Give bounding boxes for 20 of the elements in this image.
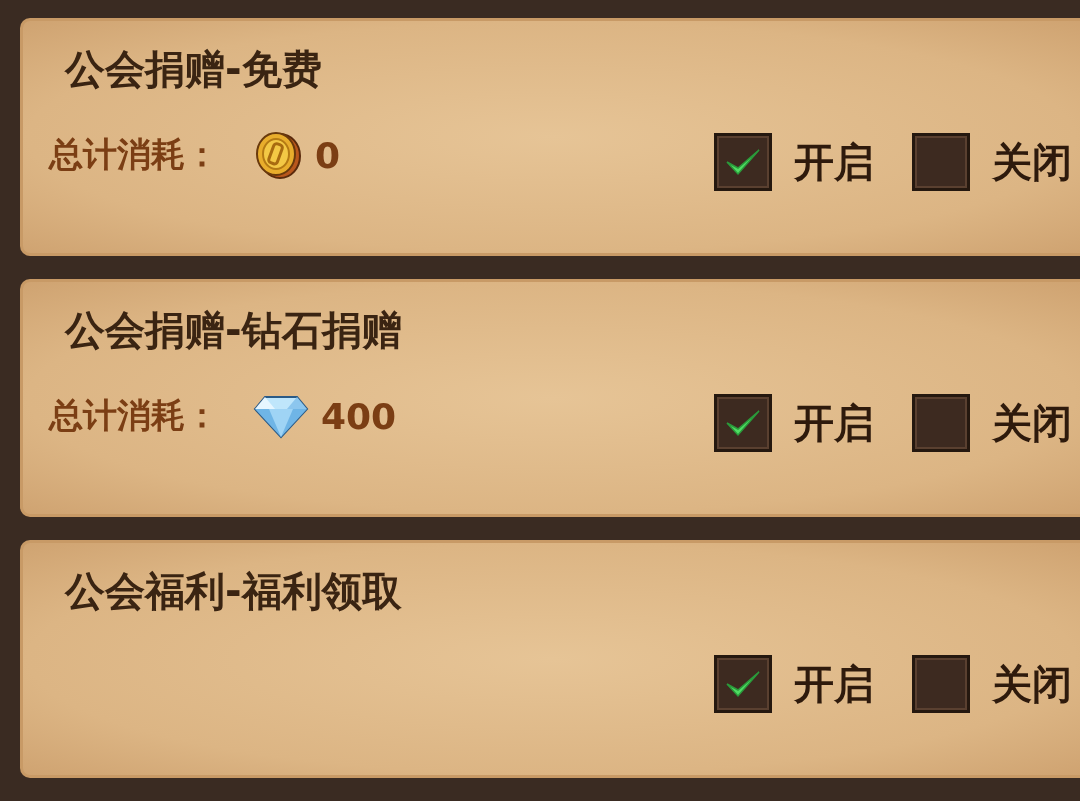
checkbox[interactable] bbox=[714, 133, 772, 191]
setting-title: 公会捐赠-钻石捐赠 bbox=[65, 306, 402, 355]
option-label: 开启 bbox=[794, 137, 874, 187]
cost-label: 总计消耗： bbox=[49, 133, 219, 176]
setting-title: 公会捐赠-免费 bbox=[65, 45, 322, 94]
checkbox[interactable] bbox=[714, 394, 772, 452]
cost-amount: 0 bbox=[315, 134, 341, 176]
cost-label: 总计消耗： bbox=[49, 394, 219, 437]
option-label: 关闭 bbox=[992, 398, 1072, 448]
option-label: 关闭 bbox=[992, 659, 1072, 709]
cost-amount: 400 bbox=[321, 395, 397, 437]
option-label: 开启 bbox=[794, 398, 874, 448]
checkbox[interactable] bbox=[714, 655, 772, 713]
checkbox[interactable] bbox=[912, 133, 970, 191]
option-label: 关闭 bbox=[992, 137, 1072, 187]
checkbox[interactable] bbox=[912, 394, 970, 452]
setting-title: 公会福利-福利领取 bbox=[65, 567, 402, 616]
coin-icon bbox=[253, 130, 303, 180]
option-label: 开启 bbox=[794, 659, 874, 709]
checkbox[interactable] bbox=[912, 655, 970, 713]
